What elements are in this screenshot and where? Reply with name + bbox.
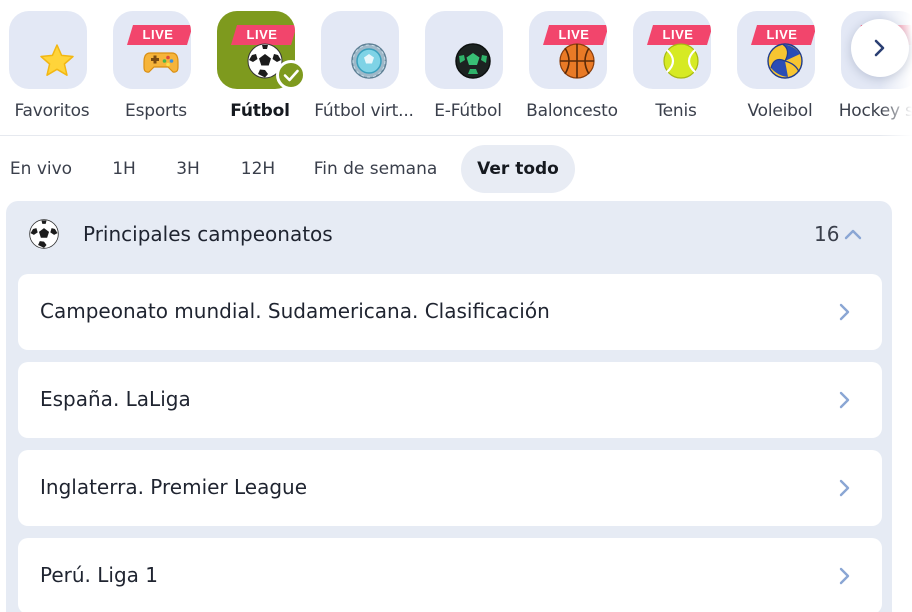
chevron-up-icon[interactable] <box>844 226 862 245</box>
sport-item-esports[interactable]: LIVE Esports <box>104 0 208 136</box>
sport-tile: LIVE <box>529 11 607 89</box>
time-filters: En vivo 1H 3H 12H Fin de semana Ver todo <box>0 145 912 193</box>
sport-label: Voleibol <box>747 101 813 121</box>
chevron-right-icon <box>838 391 850 413</box>
scroll-next-button[interactable] <box>851 19 909 77</box>
filter-fin-de-semana[interactable]: Fin de semana <box>305 145 446 193</box>
sport-label: Baloncesto <box>526 101 618 121</box>
sport-item-e-futbol[interactable]: E-Fútbol <box>416 0 520 136</box>
sport-label: Fútbol <box>230 101 290 121</box>
championship-label: Perú. Liga 1 <box>40 563 158 587</box>
sport-tile: LIVE <box>737 11 815 89</box>
sport-item-baloncesto[interactable]: LIVE Baloncesto <box>520 0 624 136</box>
tennis-ball-icon <box>662 42 700 80</box>
sport-item-favoritos[interactable]: Favoritos <box>0 0 104 136</box>
sport-label: Fútbol virt... <box>314 101 414 121</box>
championship-label: Inglaterra. Premier League <box>40 475 308 499</box>
volleyball-icon <box>766 42 804 80</box>
gamepad-icon <box>142 42 180 80</box>
chevron-right-icon <box>838 303 850 325</box>
sport-tile: LIVE <box>633 11 711 89</box>
filter-1h[interactable]: 1H <box>100 145 148 193</box>
soccer-ball-icon <box>28 218 60 250</box>
virtual-ball-icon <box>350 42 388 80</box>
sport-item-tenis[interactable]: LIVE Tenis <box>624 0 728 136</box>
championships-title: Principales campeonatos <box>83 222 333 246</box>
selected-check-icon <box>276 60 306 90</box>
sport-item-futbol[interactable]: LIVE Fútbol <box>208 0 312 136</box>
chevron-right-icon <box>838 567 850 589</box>
sport-label: E-Fútbol <box>434 101 502 121</box>
chevron-right-icon <box>838 479 850 501</box>
championship-row[interactable]: Campeonato mundial. Sudamericana. Clasif… <box>18 274 882 350</box>
filter-en-vivo[interactable]: En vivo <box>0 145 82 193</box>
filter-ver-todo[interactable]: Ver todo <box>461 145 575 193</box>
championship-row[interactable]: Perú. Liga 1 <box>18 538 882 612</box>
championship-row[interactable]: Inglaterra. Premier League <box>18 450 882 526</box>
basketball-icon <box>558 42 596 80</box>
championships-panel: Principales campeonatos 16 Campeonato mu… <box>6 201 892 612</box>
filter-3h[interactable]: 3H <box>164 145 212 193</box>
star-icon <box>38 42 76 80</box>
sport-tile <box>9 11 87 89</box>
championship-label: Campeonato mundial. Sudamericana. Clasif… <box>40 299 550 323</box>
championships-count: 16 <box>814 222 840 246</box>
sport-tile: LIVE <box>113 11 191 89</box>
sport-label: Hockey s... <box>838 101 912 121</box>
sport-item-futbol-virtual[interactable]: Fútbol virt... <box>312 0 416 136</box>
sport-label: Esports <box>125 101 187 121</box>
championships-header[interactable]: Principales campeonatos 16 <box>6 201 892 273</box>
championship-row[interactable]: España. LaLiga <box>18 362 882 438</box>
filter-12h[interactable]: 12H <box>231 145 285 193</box>
e-soccer-ball-icon <box>454 42 492 80</box>
chevron-right-icon <box>874 39 885 57</box>
sport-categories: Favoritos LIVE Esports LIVE Fútbol Fútbo… <box>0 0 912 136</box>
sport-label: Favoritos <box>14 101 90 121</box>
sport-item-voleibol[interactable]: LIVE Voleibol <box>728 0 832 136</box>
sport-label: Tenis <box>655 101 697 121</box>
championship-label: España. LaLiga <box>40 387 191 411</box>
sport-tile <box>425 11 503 89</box>
sport-tile <box>321 11 399 89</box>
